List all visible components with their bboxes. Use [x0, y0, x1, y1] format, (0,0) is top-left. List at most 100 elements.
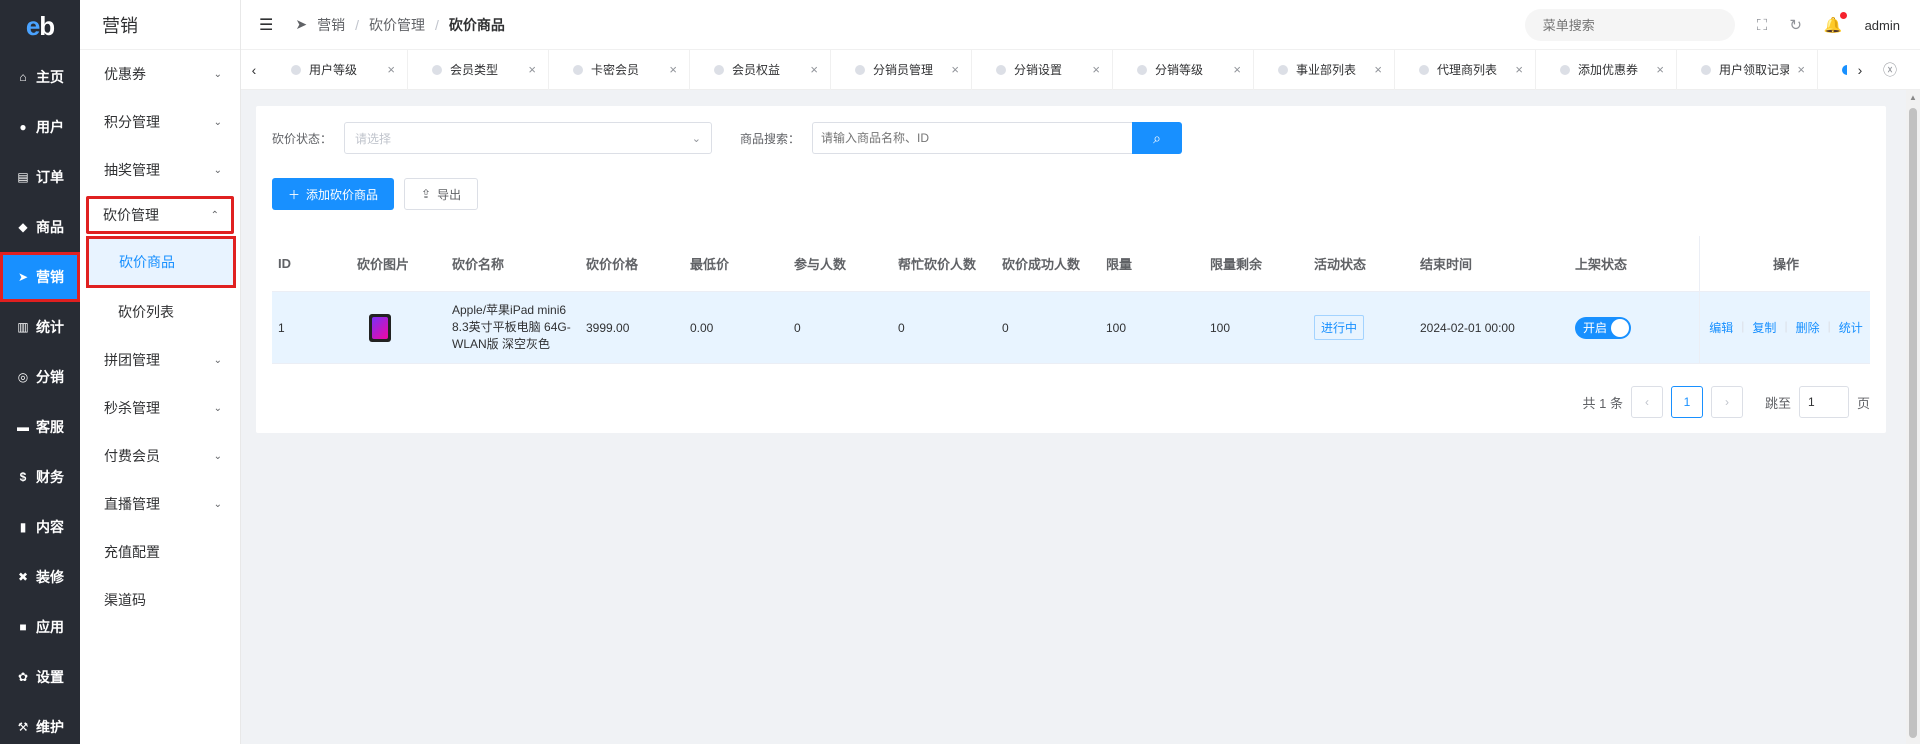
- sidebar-item-bargain-goods[interactable]: 砍价商品: [86, 236, 236, 288]
- chevron-right-icon[interactable]: ›: [1847, 62, 1873, 78]
- tab-item[interactable]: 代理商列表 ×: [1395, 49, 1536, 90]
- status-select[interactable]: 请选择 ⌄: [344, 122, 713, 154]
- sidebar-item-bargain-list[interactable]: 砍价列表: [80, 288, 240, 336]
- sidebar-item-channel-code[interactable]: 渠道码: [80, 576, 240, 624]
- tab-item[interactable]: 会员权益 ×: [690, 49, 831, 90]
- tab-status-dot: [573, 64, 583, 75]
- rail-item-service[interactable]: ▬ 客服: [0, 402, 80, 452]
- tab-item[interactable]: 砍价商品: [1818, 50, 1847, 90]
- export-button[interactable]: ⇪ 导出: [404, 178, 479, 210]
- fullscreen-icon[interactable]: ⛶: [1757, 17, 1768, 34]
- close-icon[interactable]: ×: [669, 62, 677, 77]
- rail-item-goods[interactable]: ◆ 商品: [0, 202, 80, 252]
- tab-item[interactable]: 会员类型 ×: [408, 49, 549, 90]
- chevron-up-icon: ⌃: [210, 209, 219, 221]
- rail-item-finance[interactable]: $ 财务: [0, 452, 80, 502]
- close-icon[interactable]: ×: [1515, 62, 1523, 77]
- sidebar-item-lottery[interactable]: 抽奖管理 ⌄: [80, 146, 240, 194]
- close-icon[interactable]: ×: [1092, 62, 1100, 77]
- goods-search-input[interactable]: [812, 122, 1133, 154]
- menu-toggle-icon[interactable]: ☰: [259, 15, 273, 35]
- tab-item[interactable]: 卡密会员 ×: [549, 49, 690, 90]
- goods-icon: ◆: [18, 220, 28, 234]
- goto-page-input[interactable]: [1798, 386, 1849, 418]
- tab-label: 分销员管理: [873, 63, 934, 77]
- rail-item-label: 统计: [36, 319, 64, 335]
- rail-item-decoration[interactable]: ✖ 装修: [0, 552, 80, 602]
- sidebar-item-coupon[interactable]: 优惠券 ⌄: [80, 50, 240, 98]
- sidebar-item-bargain-management[interactable]: 砍价管理 ⌃: [86, 196, 234, 234]
- tab-status-dot: [432, 64, 442, 75]
- close-icon[interactable]: ×: [387, 62, 395, 77]
- tab-item[interactable]: 用户领取记录 ×: [1677, 49, 1818, 90]
- chevron-left-icon[interactable]: ‹: [241, 62, 267, 78]
- rail-item-stats[interactable]: ▥ 统计: [0, 302, 80, 352]
- tab-item[interactable]: 事业部列表 ×: [1254, 49, 1395, 90]
- user-icon: ●: [19, 120, 27, 134]
- close-icon[interactable]: ×: [1656, 62, 1664, 77]
- shelf-toggle[interactable]: 开启: [1575, 316, 1631, 339]
- close-all-tabs-icon[interactable]: ⓧ: [1883, 60, 1897, 80]
- copy-link[interactable]: 复制: [1752, 319, 1776, 336]
- breadcrumb-item[interactable]: 砍价管理: [369, 15, 425, 35]
- tab-label: 代理商列表: [1437, 63, 1498, 77]
- close-icon[interactable]: ×: [1797, 62, 1805, 77]
- user-menu[interactable]: admin: [1865, 18, 1900, 33]
- refresh-icon[interactable]: ↻: [1789, 16, 1802, 34]
- distribution-icon: ◎: [17, 370, 29, 384]
- bell-icon[interactable]: 🔔: [1824, 12, 1847, 34]
- close-icon[interactable]: ×: [528, 62, 536, 77]
- tab-item[interactable]: 分销等级 ×: [1113, 49, 1254, 90]
- menu-search-input[interactable]: [1524, 9, 1735, 41]
- sidebar-item-paid-member[interactable]: 付费会员 ⌄: [80, 432, 240, 480]
- rail-item-label: 装修: [36, 569, 64, 585]
- rail-item-label: 营销: [36, 269, 64, 285]
- decoration-icon: ✖: [17, 570, 29, 584]
- tab-item[interactable]: 添加优惠券 ×: [1536, 49, 1677, 90]
- close-icon[interactable]: ×: [951, 62, 959, 77]
- scroll-up-icon[interactable]: ▲: [1909, 93, 1917, 102]
- sidebar-item-points[interactable]: 积分管理 ⌄: [80, 98, 240, 146]
- rail-item-label: 客服: [36, 419, 64, 435]
- rail-item-user[interactable]: ● 用户: [0, 102, 80, 152]
- edit-link[interactable]: 编辑: [1709, 319, 1733, 336]
- sidebar-item-recharge[interactable]: 充值配置: [80, 528, 240, 576]
- scrollbar-thumb[interactable]: [1909, 108, 1917, 738]
- prev-page-button[interactable]: ‹: [1630, 386, 1663, 418]
- add-bargain-goods-button[interactable]: ＋添加砍价商品: [272, 178, 395, 210]
- tab-item[interactable]: 分销设置 ×: [972, 49, 1113, 90]
- sidebar-item-group-buy[interactable]: 拼团管理 ⌄: [80, 336, 240, 384]
- delete-link[interactable]: 删除: [1796, 319, 1820, 336]
- breadcrumb-item[interactable]: 营销: [317, 15, 345, 35]
- rail-item-label: 应用: [36, 619, 64, 635]
- rail-item-marketing[interactable]: ➤ 营销: [0, 252, 80, 302]
- app-logo[interactable]: eb: [0, 0, 80, 52]
- tab-label: 卡密会员: [591, 63, 640, 77]
- tab-item[interactable]: 用户等级 ×: [267, 49, 408, 90]
- search-button[interactable]: ⌕: [1132, 122, 1183, 154]
- rail-item-home[interactable]: ⌂ 主页: [0, 52, 80, 102]
- tab-status-dot: [1701, 64, 1711, 75]
- close-icon[interactable]: ×: [1374, 62, 1382, 77]
- rail-item-settings[interactable]: ✿ 设置: [0, 652, 80, 702]
- maintenance-icon: ⚒: [17, 720, 29, 734]
- tab-item[interactable]: 分销员管理 ×: [831, 49, 972, 90]
- tab-status-dot: [1560, 64, 1570, 75]
- stats-link[interactable]: 统计: [1839, 319, 1863, 336]
- sidebar-item-seckill[interactable]: 秒杀管理 ⌄: [80, 384, 240, 432]
- tab-status-dot: [714, 64, 724, 75]
- rail-item-order[interactable]: ▤ 订单: [0, 152, 80, 202]
- rail-item-maintenance[interactable]: ⚒ 维护: [0, 702, 80, 744]
- vertical-scrollbar[interactable]: ▲: [1906, 90, 1920, 744]
- rail-item-distribution[interactable]: ◎ 分销: [0, 352, 80, 402]
- page-number[interactable]: 1: [1670, 386, 1703, 418]
- product-image[interactable]: [369, 313, 391, 342]
- tab-status-dot: [291, 64, 301, 75]
- rail-item-content[interactable]: ▮ 内容: [0, 502, 80, 552]
- sidebar-item-live[interactable]: 直播管理 ⌄: [80, 480, 240, 528]
- close-icon[interactable]: ×: [1233, 62, 1241, 77]
- tab-status-dot: [855, 64, 865, 75]
- next-page-button[interactable]: ›: [1710, 386, 1743, 418]
- rail-item-apps[interactable]: ■ 应用: [0, 602, 80, 652]
- close-icon[interactable]: ×: [810, 62, 818, 77]
